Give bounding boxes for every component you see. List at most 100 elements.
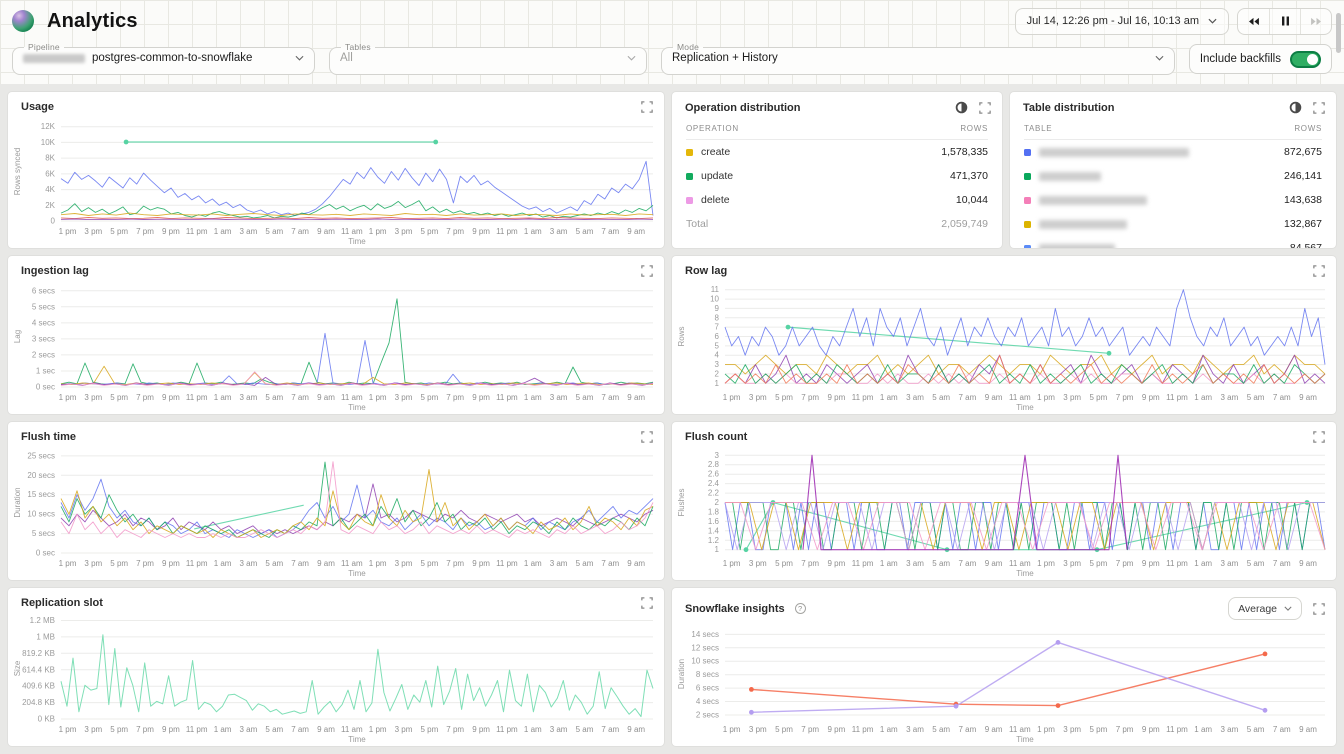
row-value: 2,059,749 bbox=[941, 218, 988, 230]
svg-text:1 am: 1 am bbox=[880, 559, 898, 568]
pipeline-select[interactable]: Pipeline postgres-common-to-snowflake bbox=[12, 42, 315, 75]
svg-text:Duration: Duration bbox=[677, 659, 686, 689]
svg-text:1 pm: 1 pm bbox=[59, 227, 77, 236]
svg-text:6K: 6K bbox=[45, 169, 55, 178]
svg-text:11 pm: 11 pm bbox=[852, 393, 874, 402]
chart-canvas: 0 sec1 sec2 secs3 secs4 secs5 secs6 secs… bbox=[11, 279, 661, 413]
svg-text:9 am: 9 am bbox=[1299, 725, 1317, 734]
row-lag-chart[interactable]: 12345678910111 pm3 pm5 pm7 pm9 pm11 pm1 … bbox=[675, 279, 1333, 414]
card-title: Flush count bbox=[685, 431, 747, 443]
svg-text:7 am: 7 am bbox=[601, 227, 619, 236]
pipeline-label: Pipeline bbox=[24, 42, 64, 52]
table-distribution-card: Table distribution TABLEROWS872,675246,1… bbox=[1010, 92, 1336, 248]
svg-text:1 pm: 1 pm bbox=[59, 725, 77, 734]
svg-text:5 pm: 5 pm bbox=[1090, 559, 1108, 568]
row-value: 84,567 bbox=[1290, 242, 1322, 248]
tables-select[interactable]: Tables All bbox=[329, 42, 647, 75]
snowflake-insights-card: Snowflake insights ? Average 2 secs4 sec… bbox=[672, 588, 1336, 746]
svg-text:11 pm: 11 pm bbox=[186, 393, 208, 402]
svg-text:11 am: 11 am bbox=[1009, 559, 1031, 568]
ingestion-lag-chart[interactable]: 0 sec1 sec2 secs3 secs4 secs5 secs6 secs… bbox=[11, 279, 661, 414]
expand-icon[interactable] bbox=[1313, 102, 1325, 114]
svg-text:7 am: 7 am bbox=[959, 725, 977, 734]
svg-text:5 pm: 5 pm bbox=[421, 227, 439, 236]
svg-text:3 pm: 3 pm bbox=[749, 725, 767, 734]
svg-text:8K: 8K bbox=[45, 154, 55, 163]
chart-canvas: 2 secs4 secs6 secs8 secs10 secs12 secs14… bbox=[675, 622, 1333, 745]
pause-button[interactable] bbox=[1269, 9, 1300, 34]
svg-text:1 am: 1 am bbox=[214, 227, 232, 236]
svg-text:10: 10 bbox=[710, 295, 719, 304]
expand-icon[interactable] bbox=[1313, 603, 1325, 615]
svg-text:3: 3 bbox=[715, 451, 720, 460]
svg-text:5 pm: 5 pm bbox=[1090, 393, 1108, 402]
svg-text:6 secs: 6 secs bbox=[696, 684, 719, 693]
svg-text:3 am: 3 am bbox=[906, 725, 924, 734]
svg-text:5 pm: 5 pm bbox=[421, 559, 439, 568]
svg-text:1 am: 1 am bbox=[214, 393, 232, 402]
snowflake-insights-chart[interactable]: 2 secs4 secs6 secs8 secs10 secs12 secs14… bbox=[675, 622, 1333, 746]
expand-icon[interactable] bbox=[641, 597, 653, 609]
svg-text:7 pm: 7 pm bbox=[446, 227, 464, 236]
legend-swatch bbox=[1024, 149, 1031, 156]
operation-distribution-table: OPERATIONROWScreate1,578,335update471,37… bbox=[672, 116, 1002, 248]
svg-text:9 pm: 9 pm bbox=[1142, 725, 1160, 734]
svg-text:3 pm: 3 pm bbox=[84, 725, 102, 734]
app-logo-icon bbox=[12, 10, 34, 32]
svg-text:12K: 12K bbox=[41, 122, 56, 131]
svg-text:3 pm: 3 pm bbox=[1063, 559, 1081, 568]
svg-text:7 pm: 7 pm bbox=[136, 725, 154, 734]
include-backfills-toggle[interactable] bbox=[1290, 51, 1321, 68]
svg-text:1 pm: 1 pm bbox=[369, 725, 387, 734]
svg-text:1 am: 1 am bbox=[524, 559, 542, 568]
replication-slot-chart[interactable]: 0 KB204.8 KB409.6 KB614.4 KB819.2 KB1 MB… bbox=[11, 611, 661, 746]
svg-text:1 am: 1 am bbox=[524, 227, 542, 236]
svg-text:9 pm: 9 pm bbox=[472, 725, 490, 734]
svg-text:1 pm: 1 pm bbox=[369, 393, 387, 402]
svg-text:7 pm: 7 pm bbox=[446, 393, 464, 402]
svg-text:11 am: 11 am bbox=[341, 393, 363, 402]
rewind-button[interactable] bbox=[1238, 9, 1269, 34]
help-icon[interactable]: ? bbox=[795, 603, 806, 614]
flush-time-chart[interactable]: 0 sec5 secs10 secs15 secs20 secs25 secs1… bbox=[11, 445, 661, 580]
svg-text:7 pm: 7 pm bbox=[1116, 393, 1134, 402]
svg-text:9 pm: 9 pm bbox=[162, 393, 180, 402]
svg-text:9 pm: 9 pm bbox=[162, 559, 180, 568]
expand-icon[interactable] bbox=[979, 102, 991, 114]
svg-text:5 am: 5 am bbox=[576, 559, 594, 568]
svg-text:10 secs: 10 secs bbox=[691, 657, 719, 666]
svg-text:3 pm: 3 pm bbox=[1063, 725, 1081, 734]
table-distribution-table: TABLEROWS872,675246,141143,638132,86784,… bbox=[1010, 116, 1336, 248]
expand-icon[interactable] bbox=[1313, 431, 1325, 443]
table-row: create1,578,335 bbox=[686, 140, 988, 164]
mode-select[interactable]: Mode Replication + History bbox=[661, 42, 1175, 75]
fast-forward-button[interactable] bbox=[1300, 9, 1331, 34]
usage-chart[interactable]: 02K4K6K8K10K12K1 pm3 pm5 pm7 pm9 pm11 pm… bbox=[11, 115, 661, 248]
usage-card: Usage 02K4K6K8K10K12K1 pm3 pm5 pm7 pm9 p… bbox=[8, 92, 664, 248]
aggregation-select[interactable]: Average bbox=[1228, 597, 1302, 620]
svg-text:7 am: 7 am bbox=[601, 725, 619, 734]
svg-text:1 am: 1 am bbox=[880, 393, 898, 402]
svg-text:5 pm: 5 pm bbox=[110, 725, 128, 734]
expand-icon[interactable] bbox=[641, 431, 653, 443]
svg-text:7 am: 7 am bbox=[291, 725, 309, 734]
svg-text:20 secs: 20 secs bbox=[27, 471, 55, 480]
expand-icon[interactable] bbox=[641, 265, 653, 277]
expand-icon[interactable] bbox=[1313, 265, 1325, 277]
svg-text:4: 4 bbox=[715, 351, 720, 360]
svg-text:9 pm: 9 pm bbox=[828, 725, 846, 734]
svg-text:Time: Time bbox=[348, 569, 366, 578]
svg-text:0: 0 bbox=[51, 217, 56, 226]
pie-chart-toggle-icon[interactable] bbox=[1289, 101, 1302, 114]
filter-bar: Pipeline postgres-common-to-snowflake Ta… bbox=[0, 42, 1344, 75]
pie-chart-toggle-icon[interactable] bbox=[955, 101, 968, 114]
svg-text:11 pm: 11 pm bbox=[496, 725, 518, 734]
date-range-picker[interactable]: Jul 14, 12:26 pm - Jul 16, 10:13 am bbox=[1015, 8, 1229, 35]
card-title: Row lag bbox=[685, 265, 727, 277]
svg-text:Rows synced: Rows synced bbox=[13, 148, 22, 196]
expand-icon[interactable] bbox=[641, 101, 653, 113]
flush-count-chart[interactable]: 11.21.41.61.822.22.42.62.831 pm3 pm5 pm7… bbox=[675, 445, 1333, 580]
svg-text:1 am: 1 am bbox=[214, 725, 232, 734]
card-title: Replication slot bbox=[21, 597, 103, 609]
svg-text:11 am: 11 am bbox=[1009, 725, 1031, 734]
